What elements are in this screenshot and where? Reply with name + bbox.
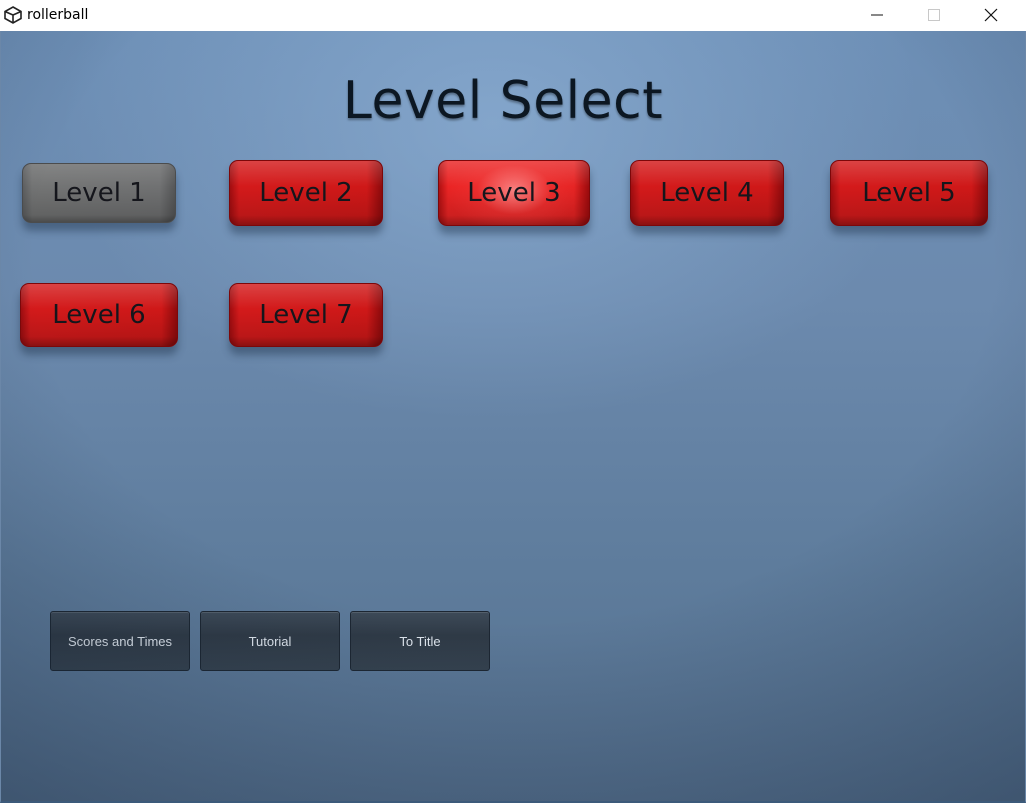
unity-logo-icon bbox=[4, 6, 22, 24]
title-bar: rollerball bbox=[0, 0, 1026, 31]
window-title: rollerball bbox=[27, 7, 89, 23]
maximize-icon bbox=[928, 9, 940, 21]
level-3-button[interactable]: Level 3 bbox=[438, 160, 590, 226]
level-7-button[interactable]: Level 7 bbox=[229, 283, 383, 347]
tutorial-button[interactable]: Tutorial bbox=[200, 611, 340, 671]
level-5-button[interactable]: Level 5 bbox=[830, 160, 988, 226]
game-viewport: Level Select Level 1 Level 2 Level 3 Lev… bbox=[0, 31, 1026, 803]
page-title: Level Select bbox=[342, 71, 664, 131]
level-4-button[interactable]: Level 4 bbox=[630, 160, 784, 226]
close-button[interactable] bbox=[968, 0, 1014, 31]
level-6-button[interactable]: Level 6 bbox=[20, 283, 178, 347]
close-icon bbox=[984, 8, 998, 22]
minimize-button[interactable] bbox=[854, 0, 900, 31]
maximize-button[interactable] bbox=[911, 0, 957, 31]
level-1-button[interactable]: Level 1 bbox=[22, 163, 176, 223]
to-title-button[interactable]: To Title bbox=[350, 611, 490, 671]
app-window: rollerball Level Select Level 1 Level 2 … bbox=[0, 0, 1026, 804]
minimize-icon bbox=[871, 14, 883, 16]
scores-and-times-button[interactable]: Scores and Times bbox=[50, 611, 190, 671]
level-2-button[interactable]: Level 2 bbox=[229, 160, 383, 226]
